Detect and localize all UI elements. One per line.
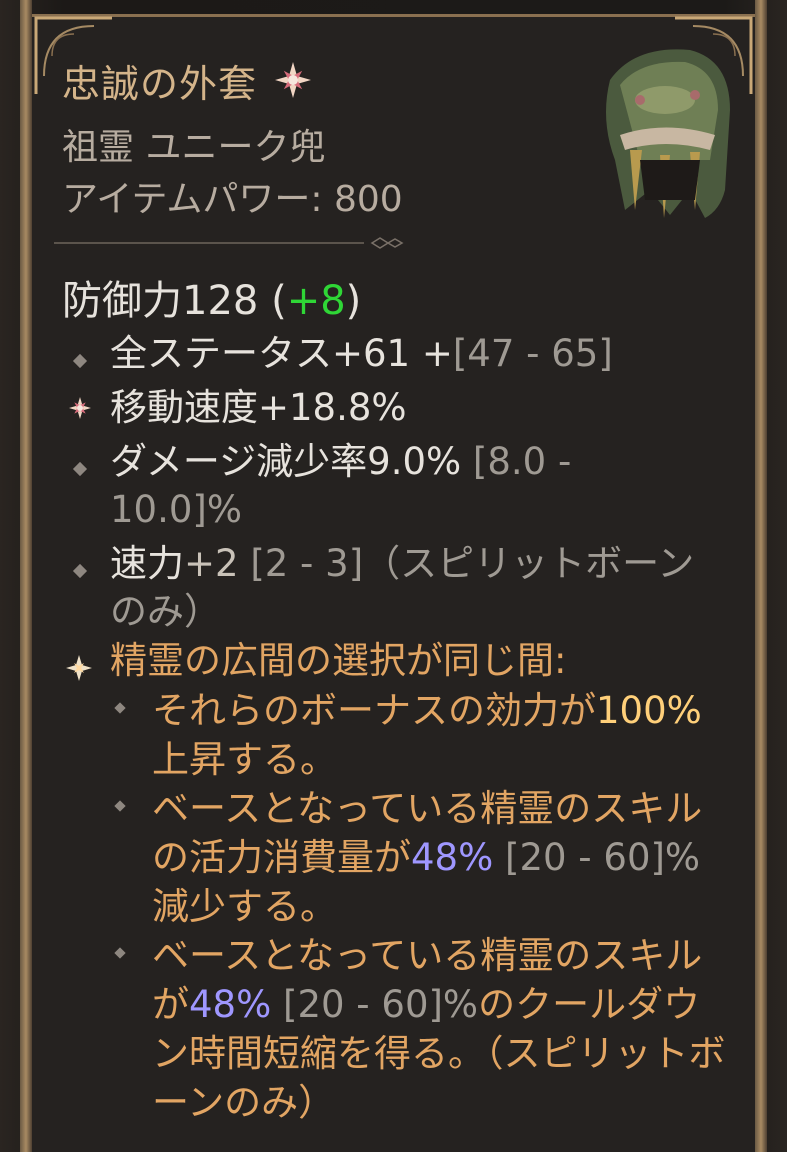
border-left: [20, 0, 32, 1152]
item-title-row: 忠誠の外套: [62, 50, 315, 110]
helmet-icon: [606, 49, 730, 218]
aspect-header: 精霊の広間の選択が同じ間:: [62, 637, 730, 685]
diamond-bullet-icon: [62, 540, 98, 588]
divider: [54, 237, 404, 249]
affix-damage-reduction: ダメージ減少率9.0% [8.0 - 10.0]%: [62, 438, 690, 534]
aspect-line: それらのボーナスの効力が100%上昇する。: [110, 686, 732, 784]
defense-stat: 防御力128 (+8): [62, 278, 362, 324]
diamond-bullet-icon: [114, 947, 126, 959]
item-power: アイテムパワー: 800: [62, 179, 403, 220]
tooltip-frame: 忠誠の外套 祖霊 ユニーク兜 アイテムパワー: 800 防御力128 (+8) …: [0, 0, 787, 1152]
aspect-line: ベースとなっている精霊のスキルが48% [20 - 60]%のクールダウン時間短…: [110, 931, 732, 1127]
item-name: 忠誠の外套: [62, 61, 258, 106]
item-type: 祖霊 ユニーク兜: [62, 127, 326, 168]
diamond-bullet-icon: [62, 330, 98, 378]
sunburst-icon: [62, 384, 98, 433]
defense-bonus: +8: [286, 278, 346, 324]
diamond-bullet-icon: [114, 800, 126, 812]
four-point-star-icon: [64, 647, 94, 695]
diamond-bullet-icon: [114, 702, 126, 714]
aspect-line: ベースとなっている精霊のスキルの活力消費量が48% [20 - 60]%減少する…: [110, 784, 722, 931]
affix-movement-speed: 移動速度+18.8%: [62, 384, 710, 432]
border-right: [755, 0, 767, 1152]
affix-speed: 速力+2 [2 - 3]（スピリットボーンのみ）: [62, 540, 700, 636]
affix-all-stats: 全ステータス+61 +[47 - 65]: [62, 330, 710, 378]
unique-star-icon: [275, 62, 312, 98]
diamond-bullet-icon: [62, 438, 98, 486]
